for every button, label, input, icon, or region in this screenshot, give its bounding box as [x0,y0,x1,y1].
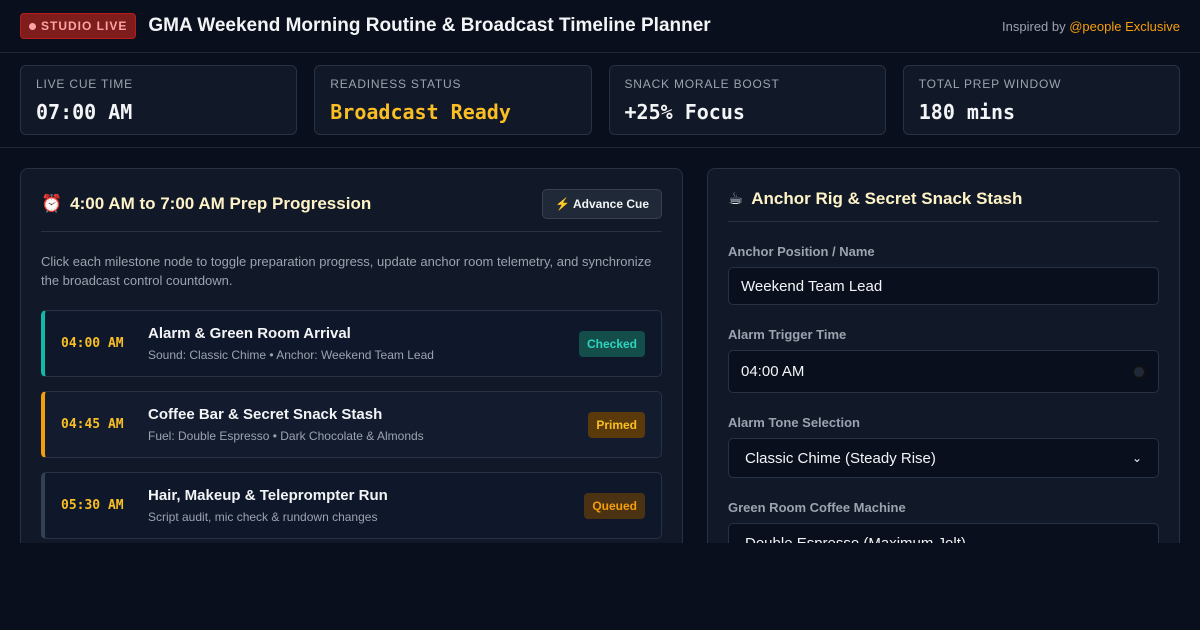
stat-value: 07:00 AM [36,100,133,124]
live-dot-icon [29,22,36,30]
field-alarm-time: Alarm Trigger Time 04:00 AM [728,327,1159,393]
milestone-time: 04:45 AM [61,417,124,432]
milestone-list: 04:00 AM Alarm & Green Room Arrival Soun… [41,310,662,539]
milestone-time: 05:30 AM [61,498,124,513]
stat-snack-morale-boost: SNACK MORALE BOOST +25% Focus [608,65,886,135]
field-anchor-name: Anchor Position / Name Weekend Team Lead [728,244,1159,305]
status-badge: Queued [584,492,645,519]
app-title: GMA Weekend Morning Routine & Broadcast … [148,15,711,36]
alarm-clock-icon: ⏰ [41,194,63,213]
stat-value: Broadcast Ready [330,100,511,124]
anchor-name-input[interactable]: Weekend Team Lead [728,267,1159,305]
alarm-time-input[interactable]: 04:00 AM [728,350,1159,393]
field-alarm-tone: Alarm Tone Selection Classic Chime (Stea… [728,415,1159,478]
field-coffee-machine: Green Room Coffee Machine Double Espress… [728,500,1159,543]
field-label: Green Room Coffee Machine [728,500,906,515]
coffee-machine-value: Double Espresso (Maximum Jolt) [745,534,966,544]
stat-label: TOTAL PREP WINDOW [918,77,1062,91]
coffee-machine-select[interactable]: Double Espresso (Maximum Jolt) ⌄ [728,523,1159,543]
stat-value: 180 mins [918,100,1016,124]
milestone-subtitle: Sound: Classic Chime • Anchor: Weekend T… [148,348,434,362]
alarm-tone-select[interactable]: Classic Chime (Steady Rise) ⌄ [728,438,1159,478]
inspired-credit: Inspired by @people Exclusive [1002,19,1180,34]
stat-label: READINESS STATUS [330,77,462,91]
advance-cue-button[interactable]: ⚡ Advance Cue [542,189,662,219]
milestone-subtitle: Script audit, mic check & rundown change… [148,510,378,524]
rig-title: Anchor Rig & Secret Snack Stash [751,189,1023,208]
progression-title: 4:00 AM to 7:00 AM Prep Progression [70,194,372,213]
milestone-item[interactable]: 05:30 AM Hair, Makeup & Teleprompter Run… [41,472,662,539]
milestone-title: Coffee Bar & Secret Snack Stash [148,406,383,423]
milestone-body: Alarm & Green Room Arrival Sound: Classi… [148,325,579,362]
stat-label: LIVE CUE TIME [36,77,133,91]
field-label: Anchor Position / Name [728,244,875,259]
stat-total-prep-window: TOTAL PREP WINDOW 180 mins [902,65,1180,135]
alarm-tone-value: Classic Chime (Steady Rise) [745,449,936,467]
milestone-time: 04:00 AM [61,336,124,351]
progression-header: ⏰ 4:00 AM to 7:00 AM Prep Progression ⚡ … [41,189,662,232]
coffee-cup-icon: ☕ [728,189,744,208]
rig-header: ☕ Anchor Rig & Secret Snack Stash [728,189,1159,222]
milestone-item[interactable]: 04:00 AM Alarm & Green Room Arrival Soun… [41,310,662,377]
stats-row: LIVE CUE TIME 07:00 AM READINESS STATUS … [0,53,1200,148]
anchor-name-value: Weekend Team Lead [741,277,883,295]
live-badge-label: STUDIO LIVE [41,19,128,33]
stat-label: SNACK MORALE BOOST [624,77,780,91]
milestone-body: Hair, Makeup & Teleprompter Run Script a… [148,487,584,524]
anchor-rig-panel: ☕ Anchor Rig & Secret Snack Stash Anchor… [707,168,1180,543]
prep-progression-panel: ⏰ 4:00 AM to 7:00 AM Prep Progression ⚡ … [20,168,683,543]
stat-live-cue-time: LIVE CUE TIME 07:00 AM [20,65,298,135]
milestone-item[interactable]: 04:45 AM Coffee Bar & Secret Snack Stash… [41,391,662,458]
milestone-subtitle: Fuel: Double Espresso • Dark Chocolate &… [148,429,424,443]
field-label: Alarm Tone Selection [728,415,860,430]
clock-icon[interactable] [1132,364,1146,379]
stat-value: +25% Focus [624,100,745,124]
milestone-title: Alarm & Green Room Arrival [148,325,351,342]
top-bar: STUDIO LIVE GMA Weekend Morning Routine … [0,0,1200,53]
milestone-title: Hair, Makeup & Teleprompter Run [148,487,388,504]
field-label: Alarm Trigger Time [728,327,847,342]
inspired-prefix: Inspired by [1002,18,1070,34]
people-exclusive-link[interactable]: @people Exclusive [1069,19,1180,34]
status-badge: Checked [578,330,645,357]
studio-live-badge: STUDIO LIVE [20,13,137,39]
status-badge: Primed [588,411,645,438]
stat-readiness-status: READINESS STATUS Broadcast Ready [314,65,592,135]
milestone-body: Coffee Bar & Secret Snack Stash Fuel: Do… [148,406,588,443]
chevron-down-icon: ⌄ [1131,451,1142,465]
alarm-time-value: 04:00 AM [741,363,805,380]
progression-description: Click each milestone node to toggle prep… [41,254,652,288]
chevron-down-icon: ⌄ [1131,536,1142,543]
